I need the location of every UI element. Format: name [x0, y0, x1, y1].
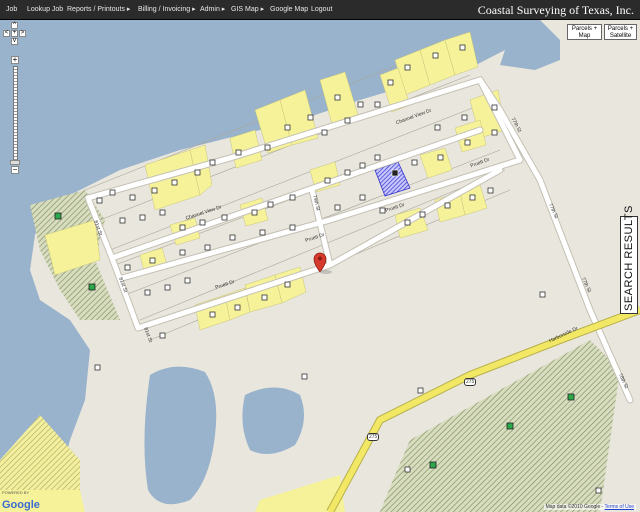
zoom-out-button[interactable]: − [11, 166, 19, 174]
parcels-map-button[interactable]: Parcels + Map [567, 24, 602, 40]
pan-down-button[interactable]: v [11, 38, 18, 45]
pond-2 [242, 387, 304, 454]
top-nav-bar: Job Lookup Job Reports / Printouts ▸ Bil… [0, 0, 640, 20]
nav-job[interactable]: Job [6, 0, 17, 19]
nav-reports-printouts[interactable]: Reports / Printouts ▸ [67, 0, 130, 19]
google-logo[interactable]: POWERED BY Google [2, 490, 40, 512]
search-results-tab[interactable]: SEARCH RESULTS [620, 205, 638, 314]
map-canvas[interactable] [0, 20, 640, 512]
pan-right-button[interactable]: > [19, 30, 26, 37]
nav-logout[interactable]: Logout [311, 0, 332, 19]
parcels-satellite-button[interactable]: Parcels + Satellite [604, 24, 637, 40]
nav-gis-map[interactable]: GIS Map ▸ [231, 0, 264, 19]
parcel-map[interactable]: Channel View Dr Channel View Dr Pruett D… [0, 20, 640, 512]
highway-shield: 275 [464, 378, 477, 386]
nav-lookup-job[interactable]: Lookup Job [27, 0, 63, 19]
company-brand: Coastal Surveying of Texas, Inc. [477, 3, 634, 17]
copyright-text: Map data ©2010 Google - [545, 504, 604, 510]
zoom-slider-track[interactable] [13, 66, 18, 164]
pan-left-button[interactable]: < [3, 30, 10, 37]
pan-center-button[interactable]: + [11, 30, 18, 37]
google-wordmark: Google [2, 499, 40, 511]
highway-shield: 275 [367, 433, 380, 441]
terms-of-use-link[interactable]: Terms of Use [605, 504, 634, 510]
search-results-label: SEARCH RESULTS [623, 205, 635, 311]
map-attribution: Map data ©2010 Google - Terms of Use [543, 504, 636, 510]
powered-by-label: POWERED BY [2, 490, 30, 495]
nav-admin[interactable]: Admin ▸ [200, 0, 225, 19]
nav-google-map[interactable]: Google Map [270, 0, 308, 19]
zoom-in-button[interactable]: + [11, 56, 19, 64]
nav-billing-invoicing[interactable]: Billing / Invoicing ▸ [138, 0, 196, 19]
pan-up-button[interactable]: ^ [11, 22, 18, 29]
